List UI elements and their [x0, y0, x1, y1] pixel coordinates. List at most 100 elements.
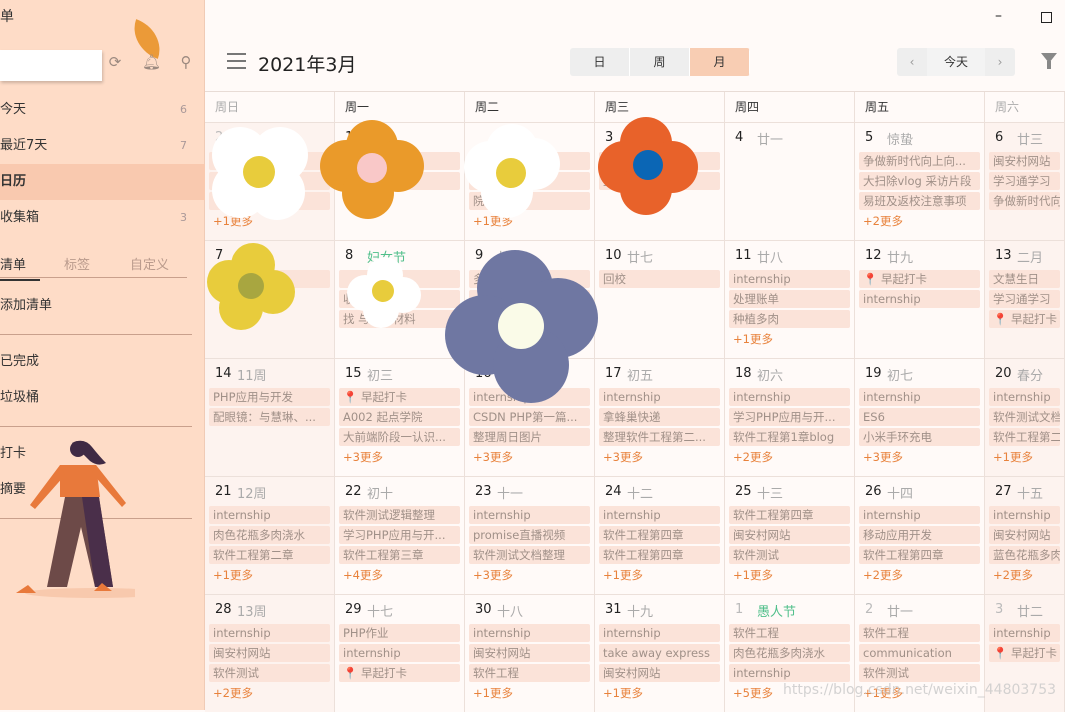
tab-lists[interactable]: 清单 [0, 254, 40, 281]
sidebar-item-today[interactable]: 今天 6 [0, 92, 205, 128]
day-cell[interactable]: 21 12周 internship 肉色花瓶多肉浇水 软件工程第二章 +1更多 [205, 476, 335, 594]
more-events-link[interactable]: +1更多 [213, 213, 253, 229]
more-events-link[interactable]: +2更多 [993, 567, 1033, 583]
event-item[interactable]: take away express [599, 644, 720, 662]
event-item[interactable]: 软件工程第四章 [729, 506, 850, 524]
more-events-link[interactable]: +4更多 [343, 567, 383, 583]
day-cell[interactable]: 10 廿七 回校 [595, 240, 725, 358]
sidebar-item-completed[interactable]: 已完成 [0, 344, 205, 380]
event-item[interactable]: 处理账单 [729, 290, 850, 308]
day-cell[interactable]: 5 惊蛰 争做新时代向上向... 大扫除vlog 采访片段 易班及返校注意事项 +2更多 [855, 122, 985, 240]
more-events-link[interactable]: +2更多 [863, 213, 903, 229]
day-cell[interactable]: 23 十一 internship promise直播视频 软件测试文档整理 +3更多 [465, 476, 595, 594]
event-item[interactable] [469, 290, 590, 308]
day-cell[interactable]: 20 春分 internship 软件测试文档整理软件工程第二章 +1更多 [985, 358, 1065, 476]
event-item[interactable]: ES6 [859, 408, 980, 426]
account-box[interactable] [0, 50, 102, 81]
event-item[interactable]: communication [859, 644, 980, 662]
event-item[interactable]: 争做新时代向上向... [859, 152, 980, 170]
view-week-button[interactable]: 周 [630, 48, 690, 76]
day-cell[interactable]: 1院 [335, 122, 465, 240]
event-item[interactable]: 软件工程 [729, 624, 850, 642]
event-item[interactable]: 种植多肉 [729, 310, 850, 328]
event-item[interactable]: A002 起点学院 [339, 408, 460, 426]
more-events-link[interactable]: +3更多 [343, 449, 383, 465]
day-cell[interactable]: 4 廿一 [725, 122, 855, 240]
event-item[interactable]: internship [989, 506, 1060, 524]
event-item[interactable] [209, 152, 330, 170]
more-events-link[interactable]: +1更多 [603, 567, 643, 583]
event-item[interactable]: internship [859, 388, 980, 406]
event-item[interactable]: PHP应用与开发 [209, 388, 330, 406]
event-item[interactable]: 配眼镜：与慧琳、... [209, 408, 330, 426]
day-cell[interactable]: 28 13周 internship 闽安村网站 软件测试 +2更多 [205, 594, 335, 712]
more-events-link[interactable]: +1更多 [603, 685, 643, 701]
more-events-link[interactable]: +1更多 [473, 685, 513, 701]
event-item[interactable]: 拿蜂巢快递 [599, 408, 720, 426]
event-item[interactable]: 肉色花瓶多肉浇水 [729, 644, 850, 662]
prev-month-button[interactable]: ‹ [897, 48, 927, 76]
event-item[interactable]: 闽安村网站 [209, 644, 330, 662]
event-item[interactable]: internship [989, 388, 1060, 406]
event-item[interactable]: internship [599, 388, 720, 406]
event-item[interactable]: internship [729, 388, 850, 406]
event-item[interactable]: 易班及返校注意事项 [859, 192, 980, 210]
event-item[interactable] [339, 270, 460, 288]
more-events-link[interactable]: +3更多 [603, 449, 643, 465]
next-month-button[interactable]: › [985, 48, 1015, 76]
event-item[interactable]: 王 [599, 172, 720, 190]
day-cell[interactable]: 30 十八 internship 闽安村网站 软件工程 +1更多 [465, 594, 595, 712]
event-item[interactable] [469, 172, 590, 190]
maximize-button[interactable] [1041, 12, 1052, 23]
day-cell[interactable]: 6 廿三闽安村网站学习通学习争做新时代向上向... [985, 122, 1065, 240]
more-events-link[interactable]: +3更多 [863, 449, 903, 465]
event-item[interactable]: 软件测试 [859, 664, 980, 682]
day-cell[interactable]: 11 廿八 internship 处理账单 种植多肉 +1更多 [725, 240, 855, 358]
event-item[interactable]: internship [599, 624, 720, 642]
event-item[interactable]: internship [339, 644, 460, 662]
tab-custom[interactable]: 自定义 [130, 254, 169, 273]
event-item[interactable]: 找 与返校材料 [339, 310, 460, 328]
event-item[interactable]: 软件工程第二章 [209, 546, 330, 564]
event-item[interactable]: 闽安村网站 [729, 526, 850, 544]
event-item[interactable]: internship [469, 624, 590, 642]
event-item[interactable]: 软件工程第1章blog [729, 428, 850, 446]
event-item[interactable]: 学习PHP应用与开... [729, 408, 850, 426]
event-item[interactable]: 📍 早起打卡 [339, 388, 460, 406]
event-item[interactable]: internship [209, 624, 330, 642]
day-cell[interactable]: 24 十二 internship 软件工程第四章 软件工程第四章 +1更多 [595, 476, 725, 594]
event-item[interactable]: 软件测试 [209, 664, 330, 682]
event-item[interactable]: 软件测试文档整理 [469, 546, 590, 564]
more-events-link[interactable]: +1更多 [733, 331, 773, 347]
more-events-link[interactable]: +1更多 [213, 567, 253, 583]
day-cell[interactable]: 19 初七 internship ES6 小米手环充电 +3更多 [855, 358, 985, 476]
event-item[interactable]: 软件工程第二章 [989, 428, 1060, 446]
day-cell[interactable]: 27 十五 internship 闽安村网站蓝色花瓶多肉浇水 +2更多 [985, 476, 1065, 594]
today-button[interactable]: 今天 [927, 48, 985, 76]
event-item[interactable]: 肉色花瓶多肉浇水 [209, 526, 330, 544]
event-item[interactable] [339, 172, 460, 190]
event-item[interactable]: 📍 早起打卡 [989, 310, 1060, 328]
event-item[interactable]: 学习通学习 [989, 172, 1060, 190]
bell-icon[interactable]: 🔔︎ [142, 53, 161, 71]
event-item[interactable]: 软件工程第四章 [859, 546, 980, 564]
sidebar-item-calendar[interactable]: 日历 [0, 164, 205, 200]
search-icon[interactable]: ⚲ [177, 53, 195, 71]
tab-tags[interactable]: 标签 [64, 254, 90, 273]
event-item[interactable]: 多肉 [469, 270, 590, 288]
more-events-link[interactable]: +1更多 [473, 213, 513, 229]
event-item[interactable]: 只... [469, 152, 590, 170]
event-item[interactable]: 争做新时代向上向... [989, 192, 1060, 210]
more-events-link[interactable]: +3更多 [473, 449, 513, 465]
event-item[interactable]: 小米手环充电 [859, 428, 980, 446]
day-cell[interactable]: 7 [205, 240, 335, 358]
filter-icon[interactable] [1041, 53, 1057, 69]
sidebar-item-inbox[interactable]: 收集箱 3 [0, 200, 205, 236]
sync-icon[interactable]: ⟳ [106, 53, 124, 71]
event-item[interactable]: 文慧生日 [989, 270, 1060, 288]
event-item[interactable]: 学习PHP应用与开... [339, 526, 460, 544]
event-item[interactable]: 闽安村网站 [989, 152, 1060, 170]
event-item[interactable]: 大前端阶段一认识... [339, 428, 460, 446]
event-item[interactable]: 📍 早起打卡 [859, 270, 980, 288]
day-cell[interactable]: 3王 [595, 122, 725, 240]
